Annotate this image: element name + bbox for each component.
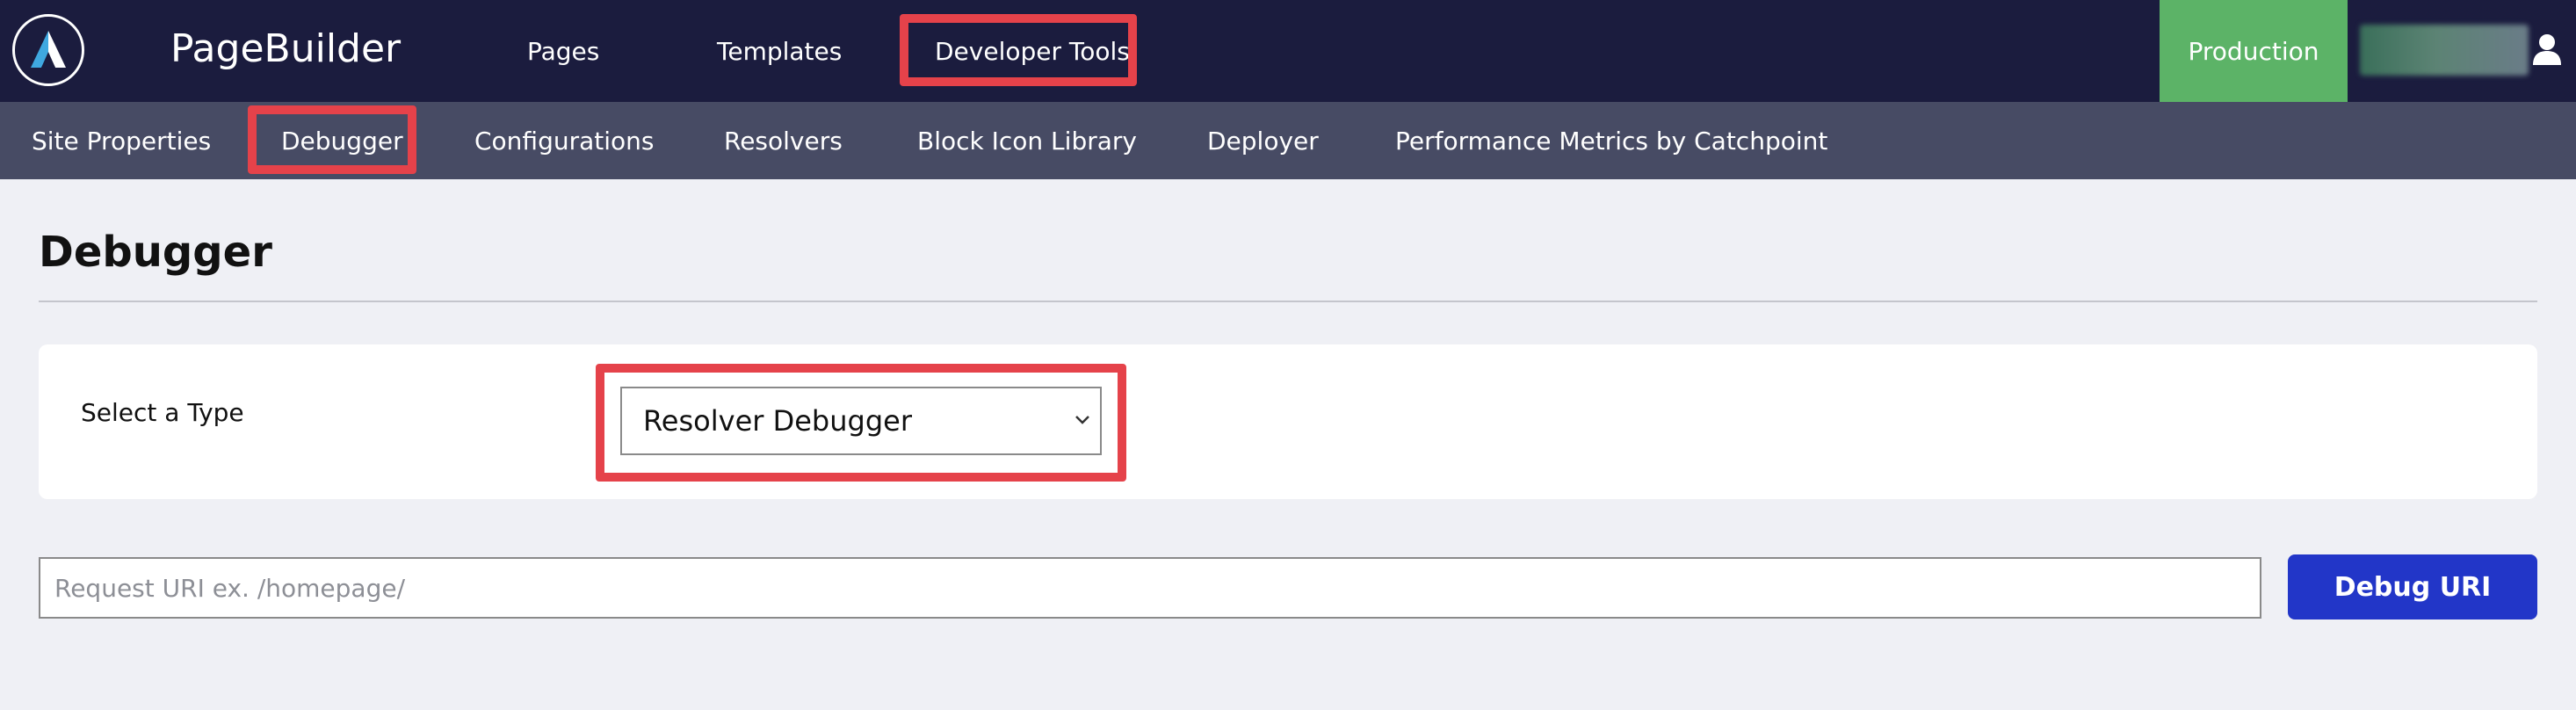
- highlight-debugger-tab: [248, 105, 416, 174]
- highlight-developer-tools: [900, 14, 1137, 86]
- chevron-down-icon: [1074, 413, 1091, 430]
- brand-name[interactable]: PageBuilder: [170, 23, 401, 76]
- debug-uri-button[interactable]: Debug URI: [2288, 554, 2537, 619]
- request-uri-input[interactable]: [39, 557, 2261, 619]
- user-icon[interactable]: [2532, 33, 2562, 69]
- subnav-configurations[interactable]: Configurations: [474, 120, 654, 163]
- user-name-blurred[interactable]: [2360, 25, 2529, 76]
- type-selector-card: [39, 344, 2537, 499]
- subnav-site-properties[interactable]: Site Properties: [32, 120, 211, 163]
- select-type-label: Select a Type: [81, 398, 244, 427]
- environment-label: Production: [2188, 36, 2319, 66]
- subnav-deployer[interactable]: Deployer: [1207, 120, 1319, 163]
- nav-pages[interactable]: Pages: [527, 30, 599, 74]
- subnav-resolvers[interactable]: Resolvers: [724, 120, 843, 163]
- environment-button[interactable]: Production: [2160, 0, 2348, 102]
- top-navbar: PageBuilder Pages Templates Developer To…: [0, 0, 2576, 102]
- page-title: Debugger: [39, 228, 272, 277]
- nav-templates[interactable]: Templates: [717, 30, 842, 74]
- subnav-performance-metrics[interactable]: Performance Metrics by Catchpoint: [1395, 120, 1827, 163]
- type-select-value: Resolver Debugger: [643, 404, 912, 438]
- logo-icon[interactable]: [12, 14, 84, 86]
- title-divider: [39, 301, 2537, 302]
- subnav-block-icon-library[interactable]: Block Icon Library: [917, 120, 1137, 163]
- type-select[interactable]: Resolver Debugger: [620, 387, 1102, 455]
